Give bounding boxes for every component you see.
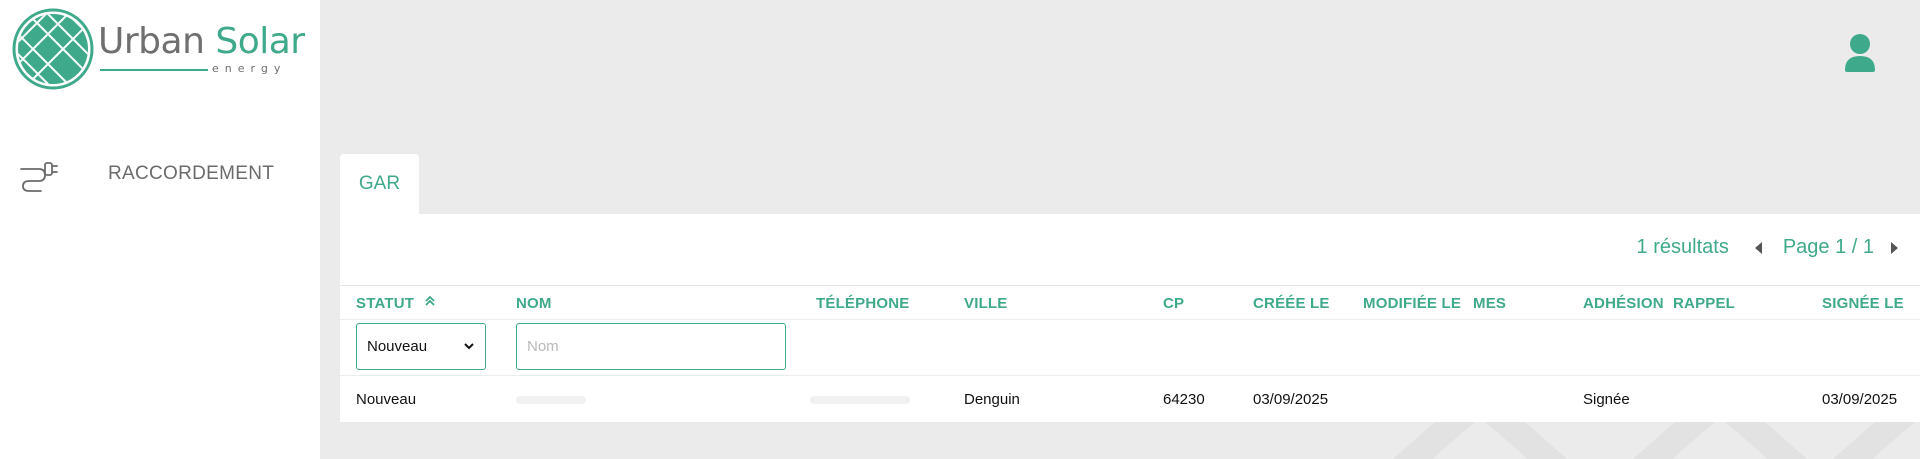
column-header-adhesion[interactable]: ADHÉSION <box>1583 295 1664 312</box>
sidebar: Urban Solar energy RACCORDEMENT <box>0 0 320 459</box>
plug-icon <box>18 154 60 194</box>
previous-page-icon[interactable] <box>1751 241 1765 255</box>
column-header-label: STATUT <box>356 295 415 312</box>
next-page-icon[interactable] <box>1888 241 1902 255</box>
divider <box>340 319 1920 320</box>
nom-filter-input[interactable] <box>516 323 786 370</box>
table-header: STATUT NOM TÉLÉPHONE VILLE CP CRÉÉE LE M… <box>340 286 1920 319</box>
column-header-ville[interactable]: VILLE <box>964 295 1008 312</box>
column-header-rappel[interactable]: RAPPEL <box>1673 295 1735 312</box>
brand-underline <box>100 69 208 71</box>
solar-panel-logo-icon <box>12 8 94 90</box>
column-header-creee-le[interactable]: CRÉÉE LE <box>1253 295 1330 312</box>
statut-filter-select[interactable]: Nouveau <box>356 323 486 370</box>
column-header-cp[interactable]: CP <box>1163 295 1184 312</box>
redacted-nom <box>516 396 586 404</box>
redacted-telephone <box>810 396 910 404</box>
chevron-down-icon <box>464 343 474 350</box>
statut-filter-value: Nouveau <box>367 338 428 355</box>
cell-cp: 64230 <box>1163 391 1205 408</box>
cell-statut: Nouveau <box>356 391 417 408</box>
column-header-mes[interactable]: MES <box>1473 295 1506 312</box>
brand-name-solar: Solar <box>215 21 305 62</box>
cell-signee-le: 03/09/2025 <box>1822 391 1898 408</box>
column-header-statut[interactable]: STATUT <box>356 295 435 312</box>
user-icon[interactable] <box>1840 32 1880 74</box>
tab-gar[interactable]: GAR <box>340 154 419 214</box>
brand-tagline: energy <box>212 62 287 75</box>
urban-solar-logo[interactable]: Urban Solar energy <box>12 6 305 92</box>
sidebar-item-label: RACCORDEMENT <box>108 163 275 184</box>
column-header-signee-le[interactable]: SIGNÉE LE <box>1822 295 1904 312</box>
table-row[interactable]: Nouveau Denguin 64230 03/09/2025 Signée … <box>340 376 1920 422</box>
results-panel: 1 résultats Page 1 / 1 STATUT NOM TÉLÉPH… <box>340 214 1920 422</box>
sidebar-item-raccordement[interactable]: RACCORDEMENT <box>18 152 308 196</box>
column-header-telephone[interactable]: TÉLÉPHONE <box>816 295 909 312</box>
column-header-modifiee-le[interactable]: MODIFIÉE LE <box>1363 295 1461 312</box>
brand-name-urban: Urban <box>98 21 205 62</box>
column-header-nom[interactable]: NOM <box>516 295 552 312</box>
cell-ville: Denguin <box>964 391 1020 408</box>
page-indicator: Page 1 / 1 <box>1782 236 1874 258</box>
results-count: 1 résultats <box>1636 236 1729 258</box>
cell-adhesion: Signée <box>1583 391 1630 408</box>
brand-wordmark: Urban Solar <box>98 22 305 62</box>
cell-creee-le: 03/09/2025 <box>1253 391 1329 408</box>
double-chevron-up-icon <box>424 295 435 306</box>
pagination: 1 résultats Page 1 / 1 <box>1637 236 1902 259</box>
